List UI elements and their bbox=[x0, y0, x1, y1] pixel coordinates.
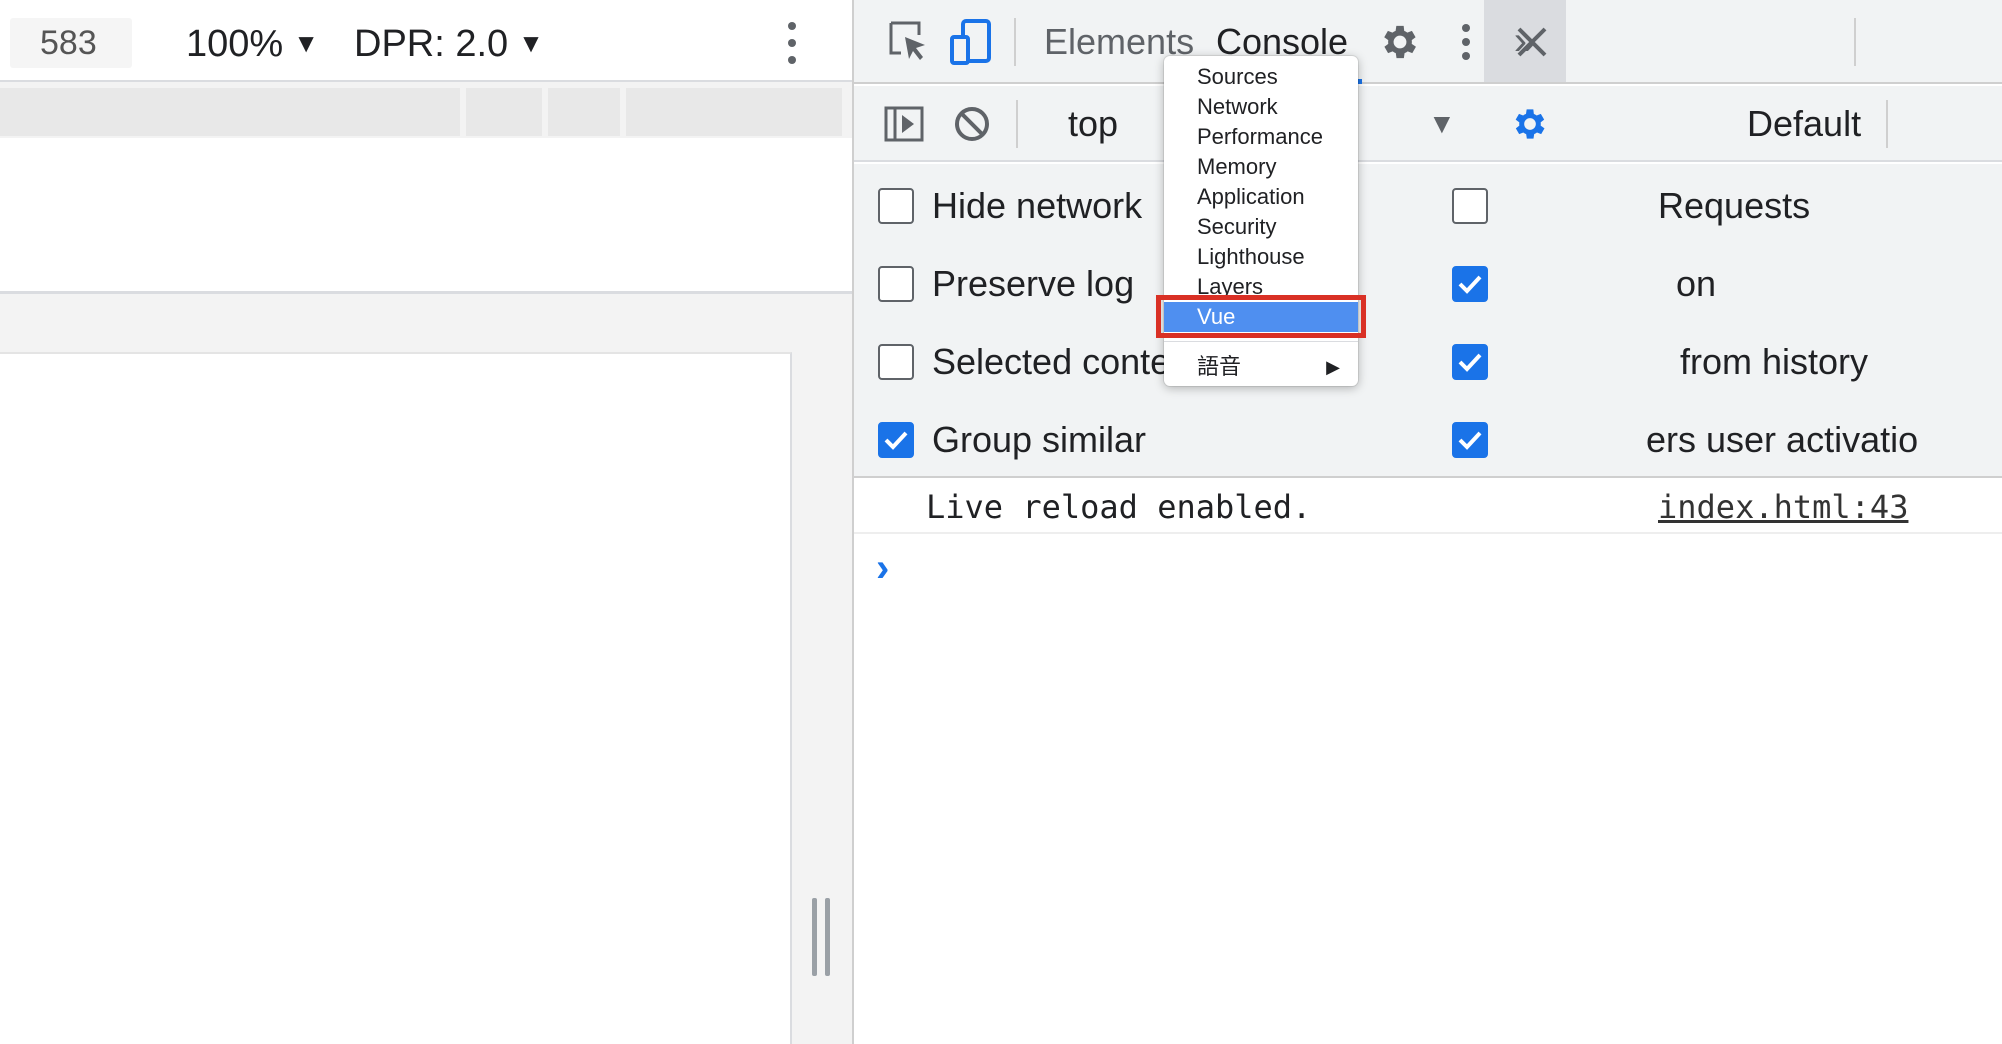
setting-label: on bbox=[1676, 263, 1717, 304]
width-input[interactable]: 583 bbox=[10, 18, 132, 68]
media-query-segment[interactable] bbox=[626, 88, 842, 136]
device-toggle-icon[interactable] bbox=[944, 14, 1000, 70]
checkbox[interactable] bbox=[1452, 188, 1488, 224]
checkbox[interactable] bbox=[878, 344, 914, 380]
zoom-value: 100% bbox=[186, 23, 284, 65]
setting-hide-network[interactable]: Hide network bbox=[878, 185, 1143, 226]
checkbox-checked[interactable] bbox=[1452, 266, 1488, 302]
media-query-bar[interactable] bbox=[0, 88, 842, 136]
checkbox-checked[interactable] bbox=[1452, 422, 1488, 458]
zoom-dropdown[interactable]: 100% ▼ bbox=[186, 18, 319, 69]
emulated-page-area: 583 100% ▼ DPR: 2.0 ▼ bbox=[0, 0, 852, 1044]
menu-item-layers[interactable]: Layers bbox=[1164, 272, 1358, 302]
checkbox-checked[interactable] bbox=[878, 422, 914, 458]
setting-label: Preserve log bbox=[932, 263, 1135, 304]
checkbox[interactable] bbox=[878, 266, 914, 302]
more-vert-icon[interactable] bbox=[782, 18, 802, 68]
inspect-element-icon[interactable] bbox=[880, 14, 936, 70]
console-toolbar: top ▼ Default bbox=[854, 86, 2002, 162]
device-toolbar: 583 100% ▼ DPR: 2.0 ▼ bbox=[0, 0, 852, 82]
devtools-tabbar: Elements Console » bbox=[854, 0, 2002, 84]
setting-label: Hide network bbox=[932, 185, 1143, 226]
toolbar-divider bbox=[1016, 100, 1018, 148]
toolbar-divider bbox=[1854, 18, 1856, 66]
caret-down-icon[interactable]: ▼ bbox=[1428, 98, 1456, 150]
menu-item-lighthouse[interactable]: Lighthouse bbox=[1164, 242, 1358, 272]
log-levels-dropdown[interactable]: Default bbox=[1747, 98, 1861, 150]
setting-label: Requests bbox=[1658, 185, 1811, 226]
more-vert-icon[interactable] bbox=[1438, 14, 1494, 70]
resize-handle[interactable] bbox=[812, 898, 830, 976]
checkbox-checked[interactable] bbox=[1452, 344, 1488, 380]
menu-divider bbox=[1164, 341, 1358, 342]
more-tabs-menu: Sources Network Performance Memory Appli… bbox=[1164, 56, 1358, 386]
console-message-text: Live reload enabled. bbox=[926, 488, 1312, 526]
setting-evaluation-triggers-user-activation[interactable]: ers user activatio bbox=[1452, 419, 1919, 460]
dpr-value: DPR: 2.0 bbox=[354, 23, 509, 65]
close-icon[interactable] bbox=[1504, 14, 1560, 70]
ruler-area bbox=[0, 138, 852, 294]
media-query-segment[interactable] bbox=[0, 88, 460, 136]
setting-preserve-log[interactable]: Preserve log bbox=[878, 263, 1135, 304]
screen: 583 100% ▼ DPR: 2.0 ▼ Elements Console »… bbox=[0, 0, 2002, 1044]
setting-eager-evaluation[interactable]: on bbox=[1452, 263, 1717, 304]
emulated-viewport bbox=[0, 352, 792, 1044]
setting-label: Group similar bbox=[932, 419, 1147, 460]
console-message-source-link[interactable]: index.html:43 bbox=[1658, 488, 1908, 526]
media-query-segment[interactable] bbox=[548, 88, 620, 136]
menu-item-performance[interactable]: Performance bbox=[1164, 122, 1358, 152]
settings-gear-icon[interactable] bbox=[1372, 14, 1428, 70]
context-selector[interactable]: top bbox=[1068, 98, 1118, 150]
console-settings-panel: Hide network Preserve log Selected conte… bbox=[854, 164, 2002, 478]
toolbar-divider bbox=[1886, 100, 1888, 148]
menu-item-language-submenu[interactable]: 語音 ▶ bbox=[1164, 352, 1358, 382]
devtools-panel: Elements Console » top ▼ Default Hide ne… bbox=[854, 0, 2002, 1044]
menu-item-vue[interactable]: Vue bbox=[1164, 302, 1358, 332]
caret-down-icon: ▼ bbox=[518, 28, 544, 58]
menu-item-security[interactable]: Security bbox=[1164, 212, 1358, 242]
clear-console-icon[interactable] bbox=[944, 96, 1000, 152]
menu-item-sources[interactable]: Sources bbox=[1164, 62, 1358, 92]
sidebar-toggle-icon[interactable] bbox=[876, 96, 932, 152]
toolbar-divider bbox=[1014, 18, 1016, 66]
checkbox[interactable] bbox=[878, 188, 914, 224]
submenu-arrow-icon: ▶ bbox=[1326, 357, 1340, 377]
setting-log-xmlhttprequests[interactable]: Requests bbox=[1452, 185, 1811, 226]
media-query-segment[interactable] bbox=[466, 88, 542, 136]
setting-autocomplete-from-history[interactable]: from history bbox=[1452, 341, 1869, 382]
menu-item-network[interactable]: Network bbox=[1164, 92, 1358, 122]
console-prompt-icon[interactable]: › bbox=[876, 546, 889, 591]
dpr-dropdown[interactable]: DPR: 2.0 ▼ bbox=[354, 18, 544, 69]
caret-down-icon: ▼ bbox=[293, 28, 319, 58]
setting-group-similar[interactable]: Group similar bbox=[878, 419, 1147, 460]
console-message-row: Live reload enabled. index.html:43 bbox=[854, 480, 2002, 534]
setting-label: from history bbox=[1680, 341, 1869, 382]
tab-elements[interactable]: Elements bbox=[1044, 0, 1194, 84]
console-settings-icon[interactable] bbox=[1502, 96, 1558, 152]
menu-item-memory[interactable]: Memory bbox=[1164, 152, 1358, 182]
setting-label: ers user activatio bbox=[1646, 419, 1919, 460]
menu-item-application[interactable]: Application bbox=[1164, 182, 1358, 212]
submenu-label: 語音 bbox=[1197, 354, 1242, 379]
